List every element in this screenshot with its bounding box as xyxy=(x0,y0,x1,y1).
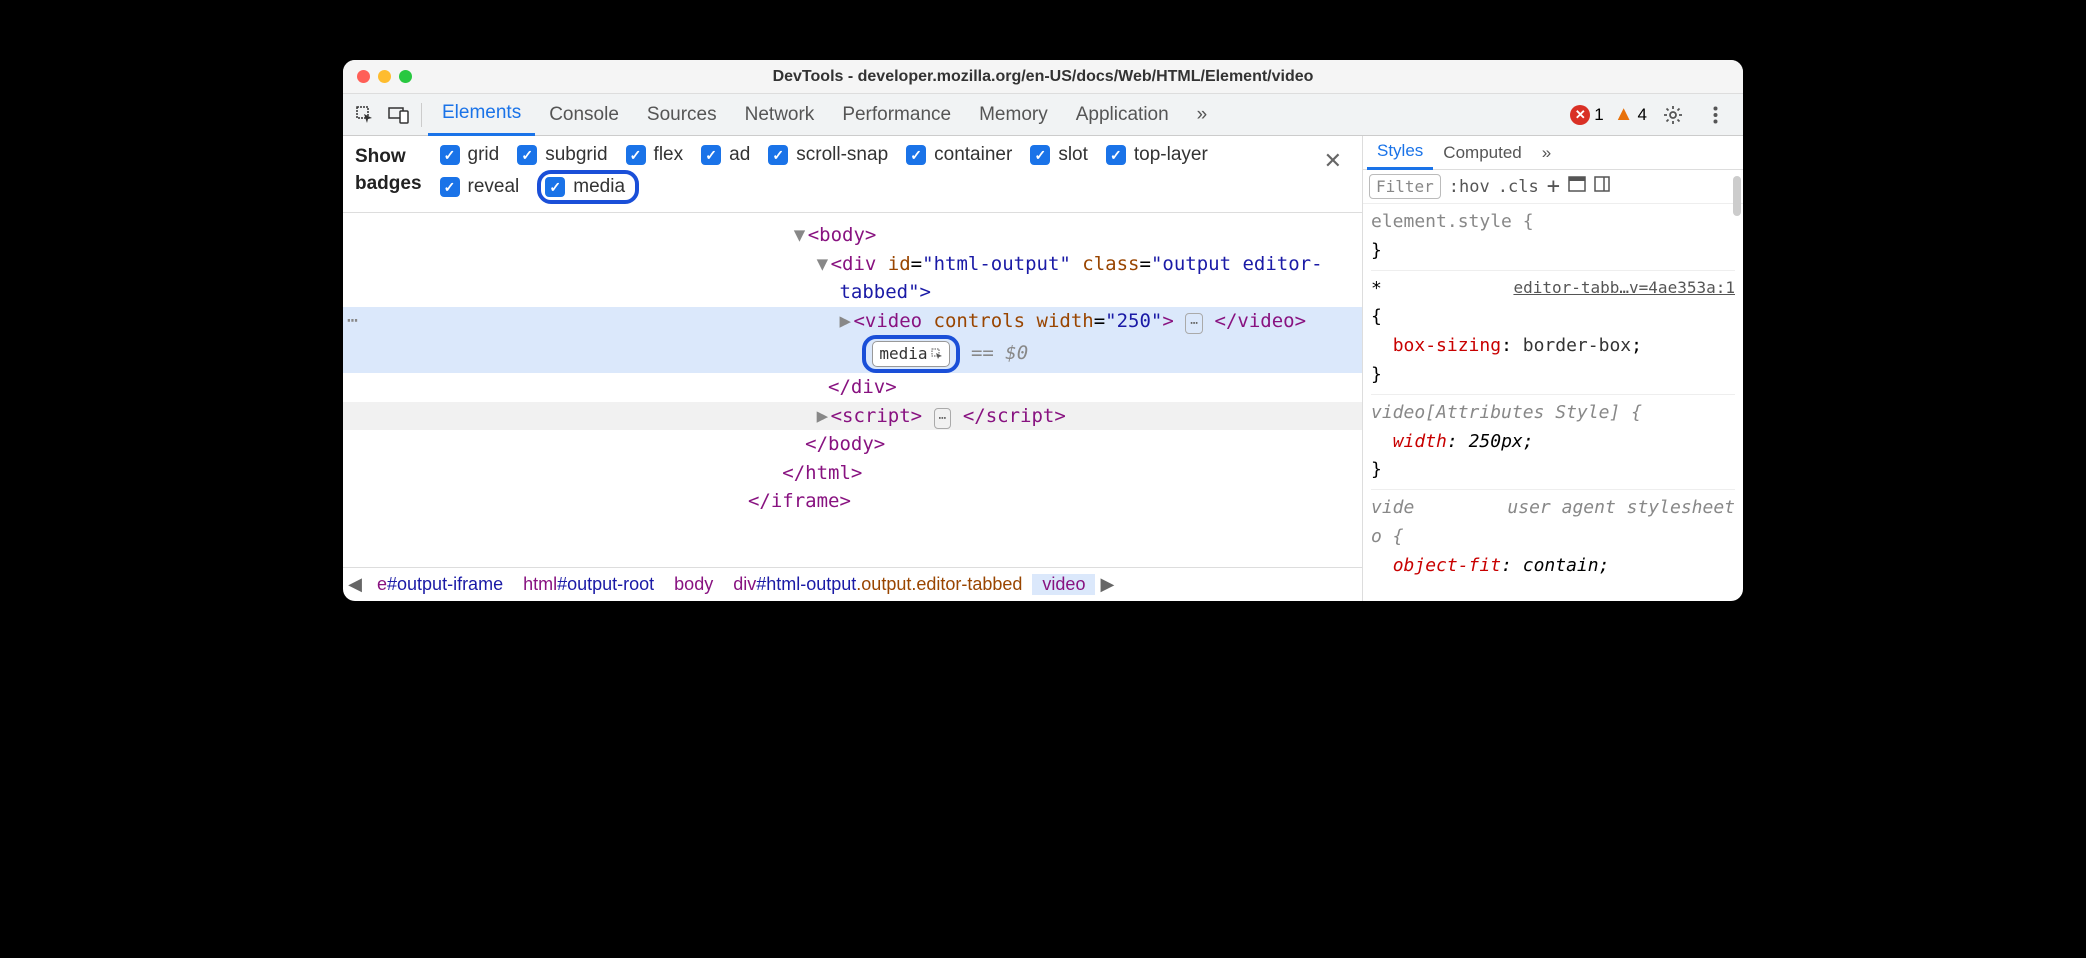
dom-media-badge-row: media == $0 xyxy=(343,335,1362,373)
css-property: object-fit xyxy=(1393,555,1501,576)
close-window-button[interactable] xyxy=(357,70,370,83)
hov-toggle[interactable]: :hov xyxy=(1449,177,1490,197)
rule-selector: video[Attributes Style] { xyxy=(1371,402,1642,423)
css-value: contain xyxy=(1523,555,1599,576)
badges-bar: Showbadges ✓grid ✓subgrid ✓flex ✓ad ✓scr… xyxy=(343,136,1362,213)
side-tabs-overflow[interactable]: » xyxy=(1532,136,1561,170)
devtools-window: DevTools - developer.mozilla.org/en-US/d… xyxy=(343,60,1743,601)
main-tabs: Elements Console Sources Network Perform… xyxy=(428,94,1568,136)
warning-number: 4 xyxy=(1638,105,1647,125)
ellipsis-icon[interactable]: ⋯ xyxy=(1185,313,1203,335)
warning-icon: ▲ xyxy=(1614,103,1634,126)
badge-ad[interactable]: ✓ad xyxy=(701,144,750,166)
toolbar-right: ✕ 1 ▲ 4 xyxy=(1570,99,1737,131)
ellipsis-icon[interactable]: ⋯ xyxy=(934,408,952,430)
dom-html-close[interactable]: </html> xyxy=(343,459,1362,488)
tab-console[interactable]: Console xyxy=(535,94,633,136)
badge-scroll-snap[interactable]: ✓scroll-snap xyxy=(768,144,888,166)
window-title: DevTools - developer.mozilla.org/en-US/d… xyxy=(343,68,1743,86)
badges-list: ✓grid ✓subgrid ✓flex ✓ad ✓scroll-snap ✓c… xyxy=(440,144,1298,204)
side-tab-computed[interactable]: Computed xyxy=(1433,136,1531,170)
titlebar: DevTools - developer.mozilla.org/en-US/d… xyxy=(343,60,1743,94)
inspect-icon[interactable] xyxy=(349,99,381,131)
maximize-window-button[interactable] xyxy=(399,70,412,83)
new-style-rule-icon[interactable]: + xyxy=(1547,174,1560,199)
checkbox-icon: ✓ xyxy=(440,145,460,165)
styles-panel: Styles Computed » Filter :hov .cls + ele… xyxy=(1363,136,1743,601)
rule-source: user agent stylesheet xyxy=(1507,494,1735,523)
badge-subgrid[interactable]: ✓subgrid xyxy=(517,144,607,166)
css-property[interactable]: box-sizing xyxy=(1393,335,1501,356)
badge-media[interactable]: ✓media xyxy=(537,170,639,204)
tab-performance[interactable]: Performance xyxy=(828,94,965,136)
tab-sources[interactable]: Sources xyxy=(633,94,731,136)
side-tab-styles[interactable]: Styles xyxy=(1367,136,1433,170)
dom-div-open-cont[interactable]: tabbed"> xyxy=(343,278,1362,307)
tabs-overflow[interactable]: » xyxy=(1183,94,1222,136)
styles-rules[interactable]: element.style { } * editor-tabb…v=4ae353… xyxy=(1363,204,1743,585)
device-toolbar-icon[interactable] xyxy=(383,99,415,131)
crumb-scroll-left[interactable]: ◀ xyxy=(343,574,367,595)
dom-body-close[interactable]: </body> xyxy=(343,430,1362,459)
css-property: width xyxy=(1393,431,1447,452)
rule-selector: vide xyxy=(1371,497,1414,518)
badge-flex[interactable]: ✓flex xyxy=(626,144,684,166)
minimize-window-button[interactable] xyxy=(378,70,391,83)
window-controls xyxy=(343,70,412,83)
toggle-sidebar-icon[interactable] xyxy=(1594,176,1610,197)
tab-network[interactable]: Network xyxy=(731,94,829,136)
styles-filter-input[interactable]: Filter xyxy=(1369,174,1441,199)
tab-application[interactable]: Application xyxy=(1062,94,1183,136)
tab-elements[interactable]: Elements xyxy=(428,94,535,136)
breadcrumbs: ◀ e#output-iframe html#output-root body … xyxy=(343,567,1362,601)
rule-source-link[interactable]: editor-tabb…v=4ae353a:1 xyxy=(1513,275,1735,301)
media-badge-highlight: media xyxy=(862,335,959,373)
error-icon: ✕ xyxy=(1570,105,1590,125)
cls-toggle[interactable]: .cls xyxy=(1498,177,1539,197)
badge-top-layer[interactable]: ✓top-layer xyxy=(1106,144,1208,166)
dom-video[interactable]: ⋯ ▶<video controls width="250"> ⋯ </vide… xyxy=(343,307,1362,336)
css-value[interactable]: border-box xyxy=(1523,335,1631,356)
gutter-dots-icon: ⋯ xyxy=(347,307,360,334)
crumb-html[interactable]: html#output-root xyxy=(513,574,664,595)
warning-count[interactable]: ▲ 4 xyxy=(1614,103,1647,126)
scrollbar[interactable] xyxy=(1733,176,1741,216)
crumb-body[interactable]: body xyxy=(664,574,723,595)
dom-iframe-close[interactable]: </iframe> xyxy=(343,487,1362,516)
computed-sidebar-icon[interactable] xyxy=(1568,176,1586,197)
dom-div-open[interactable]: ▼<div id="html-output" class="output edi… xyxy=(343,250,1362,279)
dom-body-open[interactable]: ▼<body> xyxy=(343,221,1362,250)
close-badges-icon[interactable]: ✕ xyxy=(1316,144,1350,178)
crumb-iframe[interactable]: e#output-iframe xyxy=(367,574,513,595)
tab-memory[interactable]: Memory xyxy=(965,94,1062,136)
styles-toolbar: Filter :hov .cls + xyxy=(1363,170,1743,204)
dom-tree[interactable]: ▼<body> ▼<div id="html-output" class="ou… xyxy=(343,213,1362,567)
badge-container[interactable]: ✓container xyxy=(906,144,1012,166)
badge-reveal[interactable]: ✓reveal xyxy=(440,170,520,204)
error-number: 1 xyxy=(1594,105,1603,125)
dom-div-close[interactable]: </div> xyxy=(343,373,1362,402)
media-badge[interactable]: media xyxy=(872,341,949,367)
settings-icon[interactable] xyxy=(1657,99,1689,131)
separator xyxy=(421,103,422,127)
more-menu-icon[interactable] xyxy=(1699,99,1731,131)
badge-slot[interactable]: ✓slot xyxy=(1030,144,1088,166)
crumb-div[interactable]: div#html-output.output.editor-tabbed xyxy=(723,574,1032,595)
badges-label: Showbadges xyxy=(355,144,422,197)
css-value: 250px xyxy=(1469,431,1523,452)
crumb-scroll-right[interactable]: ▶ xyxy=(1095,574,1119,595)
badge-grid[interactable]: ✓grid xyxy=(440,144,500,166)
error-count[interactable]: ✕ 1 xyxy=(1570,105,1603,125)
rule-selector[interactable]: * xyxy=(1371,278,1382,299)
main-toolbar: Elements Console Sources Network Perform… xyxy=(343,94,1743,136)
rule-element-style[interactable]: element.style { xyxy=(1371,211,1534,232)
dom-script[interactable]: ▶<script> ⋯ </script> xyxy=(343,402,1362,431)
crumb-video[interactable]: video xyxy=(1032,574,1095,595)
main-content: Showbadges ✓grid ✓subgrid ✓flex ✓ad ✓scr… xyxy=(343,136,1743,601)
elements-panel: Showbadges ✓grid ✓subgrid ✓flex ✓ad ✓scr… xyxy=(343,136,1363,601)
inspect-mini-icon xyxy=(931,348,943,360)
side-tabs: Styles Computed » xyxy=(1363,136,1743,170)
